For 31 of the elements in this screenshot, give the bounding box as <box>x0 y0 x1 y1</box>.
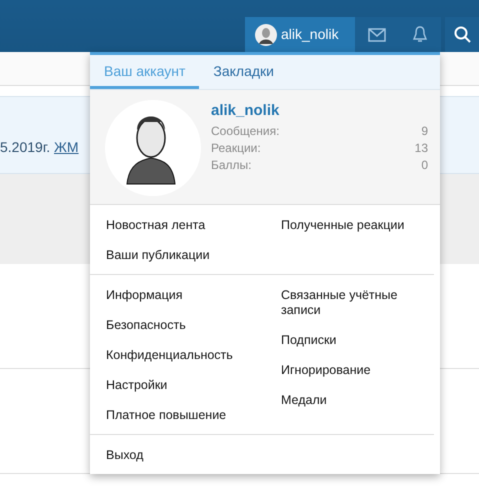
stat-value: 9 <box>421 122 428 140</box>
notice-text: 5.2019г. ЖМ <box>0 139 79 155</box>
menu-link[interactable]: Настройки <box>106 371 246 401</box>
menu-link[interactable]: Конфиденциальность <box>106 341 246 371</box>
menu-link[interactable]: Полученные реакции <box>281 211 421 241</box>
stat-label: Реакции: <box>211 140 261 156</box>
stat-value: 13 <box>414 140 428 156</box>
menu-link[interactable]: Выход <box>106 441 246 471</box>
menu-link[interactable]: Медали <box>281 386 421 416</box>
menu-tab[interactable]: Закладки <box>199 55 288 89</box>
menu-link[interactable]: Связанные учётные записи <box>281 281 421 326</box>
menu-link[interactable]: Платное повышение <box>106 401 246 431</box>
search-button[interactable] <box>445 17 479 52</box>
profile-username[interactable]: alik_nolik <box>211 100 428 122</box>
menu-link[interactable]: Информация <box>106 281 246 311</box>
inbox-button[interactable] <box>355 17 398 52</box>
stat-label: Баллы: <box>211 156 252 174</box>
menu-link[interactable]: Игнорирование <box>281 356 421 386</box>
menu-link[interactable]: Новостная лента <box>106 211 246 241</box>
stat-value: 0 <box>421 156 428 174</box>
menu-link[interactable]: Безопасность <box>106 311 246 341</box>
avatar-icon <box>255 24 277 46</box>
menu-link[interactable]: Ваши публикации <box>106 241 246 271</box>
user-menu-link[interactable]: alik_nolik <box>245 17 355 52</box>
notice-link[interactable]: ЖМ <box>54 139 79 155</box>
alerts-button[interactable] <box>398 17 441 52</box>
bell-icon <box>412 26 426 43</box>
search-icon <box>454 26 470 43</box>
menu-link[interactable]: Подписки <box>281 326 421 356</box>
envelope-icon <box>368 28 386 42</box>
stat-label: Сообщения: <box>211 122 280 140</box>
